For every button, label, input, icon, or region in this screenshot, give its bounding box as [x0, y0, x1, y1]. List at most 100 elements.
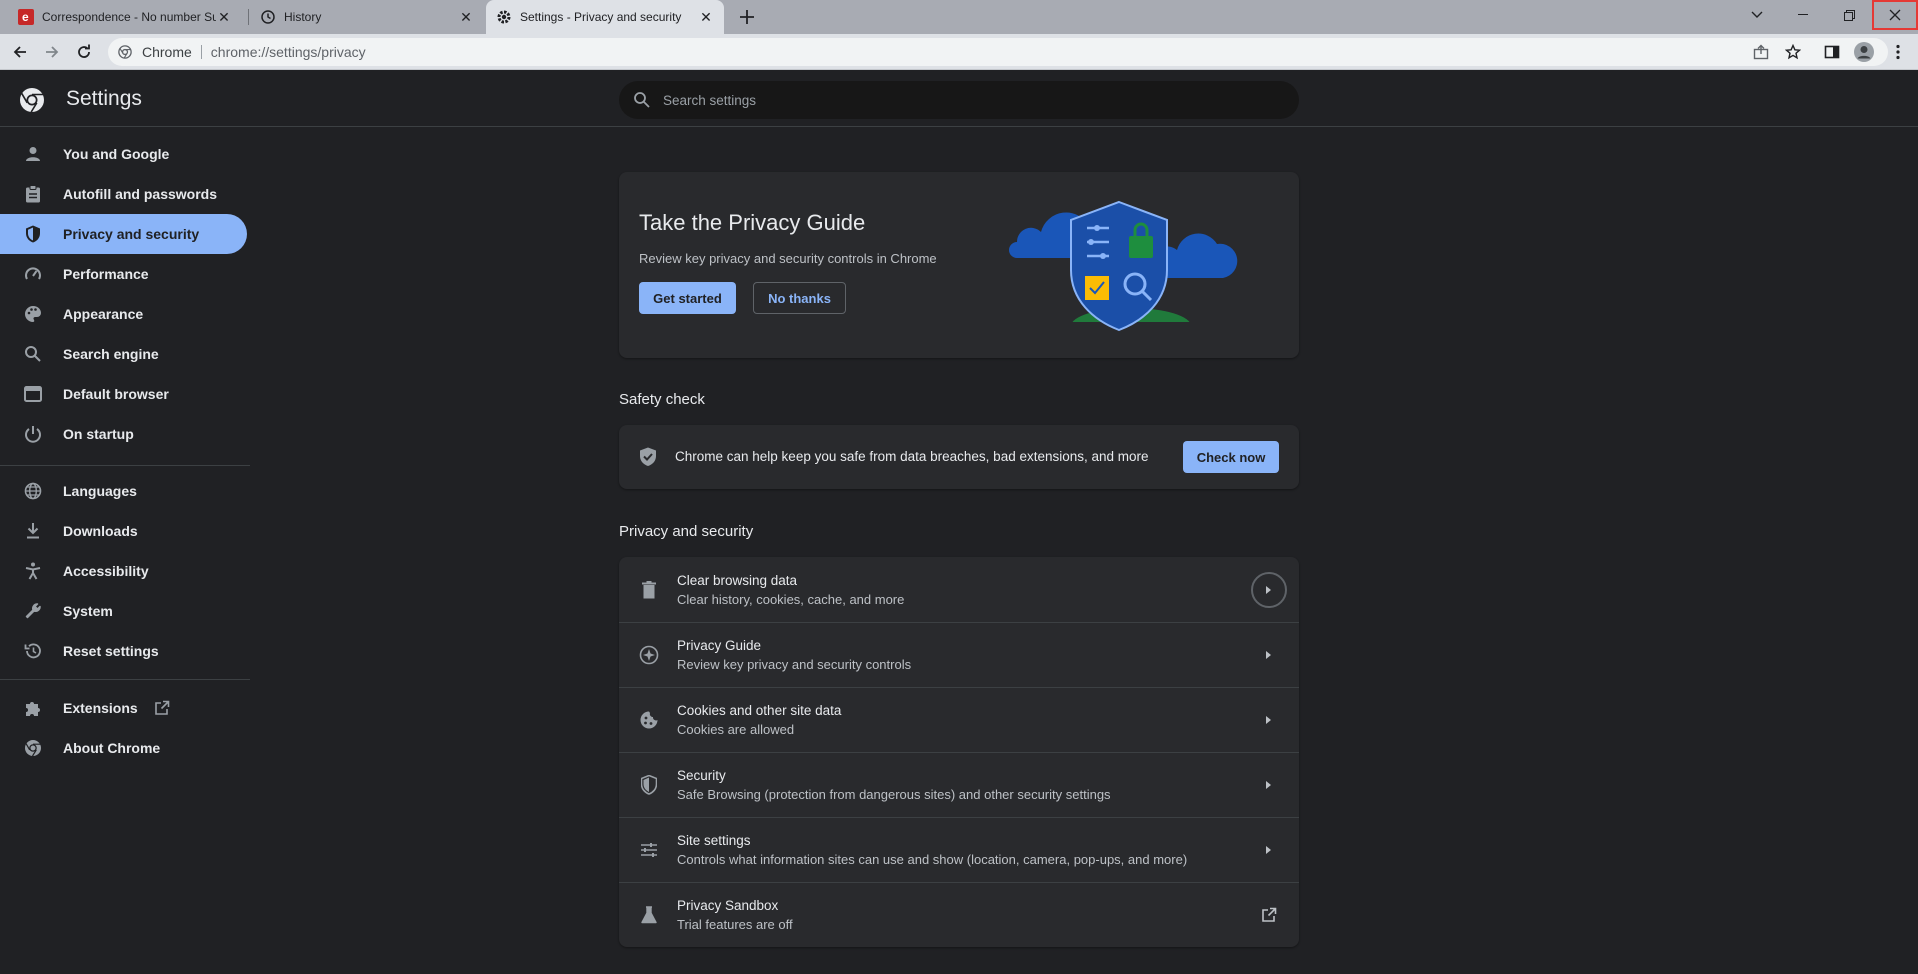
no-thanks-button[interactable]: No thanks: [753, 282, 846, 314]
new-tab-button[interactable]: [735, 5, 759, 29]
row-sublabel: Review key privacy and security controls: [677, 657, 912, 672]
close-tab-icon[interactable]: ✕: [458, 9, 474, 25]
arrow-right-icon[interactable]: [1251, 571, 1287, 608]
tab-title: Correspondence - No number Su: [42, 10, 216, 24]
sidebar-item-autofill[interactable]: Autofill and passwords: [0, 174, 247, 214]
gear-icon: [496, 9, 512, 25]
open-in-new-icon[interactable]: [154, 699, 172, 717]
close-tab-icon[interactable]: ✕: [698, 9, 714, 25]
sidebar-item-reset-settings[interactable]: Reset settings: [0, 631, 247, 671]
sidebar-item-label: Languages: [63, 483, 137, 499]
accessibility-icon: [23, 561, 43, 581]
privacy-sandbox-row[interactable]: Privacy Sandbox Trial features are off: [619, 882, 1299, 947]
sidebar-item-system[interactable]: System: [0, 591, 247, 631]
sidebar-item-downloads[interactable]: Downloads: [0, 511, 247, 551]
sidebar: You and Google Autofill and passwords Pr…: [0, 127, 250, 974]
back-button[interactable]: [8, 40, 32, 64]
privacy-guide-subtitle: Review key privacy and security controls…: [639, 251, 937, 266]
privacy-guide-row[interactable]: Privacy Guide Review key privacy and sec…: [619, 622, 1299, 687]
svg-text:e: e: [22, 10, 29, 24]
reset-icon: [23, 641, 43, 661]
privacy-guide-title: Take the Privacy Guide: [639, 210, 866, 235]
sidebar-item-label: Autofill and passwords: [63, 186, 218, 202]
shield-icon: [23, 224, 43, 244]
search-placeholder: Search settings: [663, 92, 757, 108]
tab-settings[interactable]: Settings - Privacy and security ✕: [486, 0, 724, 34]
sidebar-item-search-engine[interactable]: Search engine: [0, 334, 247, 374]
sidebar-item-extensions[interactable]: Extensions: [0, 688, 247, 728]
bookmark-star-icon[interactable]: [1781, 40, 1805, 64]
download-icon: [23, 521, 43, 541]
sidebar-item-label: Privacy and security: [63, 226, 200, 242]
sidebar-item-label: Extensions: [63, 700, 138, 716]
flask-icon: [639, 905, 659, 925]
share-icon[interactable]: [1749, 40, 1773, 64]
reload-button[interactable]: [72, 40, 96, 64]
tab-strip: e Correspondence - No number Su ✕ Histor…: [0, 0, 1918, 34]
arrow-right-icon[interactable]: [1251, 702, 1287, 738]
row-sublabel: Controls what information sites can use …: [677, 852, 1188, 867]
shield-check-icon: [639, 447, 659, 467]
security-row[interactable]: Security Safe Browsing (protection from …: [619, 752, 1299, 817]
row-label: Cookies and other site data: [677, 703, 842, 718]
sidebar-item-about-chrome[interactable]: About Chrome: [0, 728, 247, 768]
tab-correspondence[interactable]: e Correspondence - No number Su ✕: [8, 0, 242, 34]
check-now-button[interactable]: Check now: [1183, 441, 1279, 473]
tab-search-button[interactable]: [1734, 0, 1780, 30]
sidebar-item-on-startup[interactable]: On startup: [0, 414, 247, 454]
palette-icon: [23, 304, 43, 324]
history-icon: [260, 9, 276, 25]
search-icon: [633, 90, 653, 110]
restore-button[interactable]: [1826, 0, 1872, 30]
row-sublabel: Trial features are off: [677, 917, 793, 932]
compass-icon: [639, 645, 659, 665]
sidebar-item-appearance[interactable]: Appearance: [0, 294, 247, 334]
sliders-icon: [639, 840, 659, 860]
row-label: Clear browsing data: [677, 572, 798, 588]
sidebar-item-label: Default browser: [63, 386, 169, 402]
menu-kebab-icon[interactable]: [1886, 40, 1910, 64]
sidebar-item-you-and-google[interactable]: You and Google: [0, 134, 247, 174]
sidebar-item-privacy-and-security[interactable]: Privacy and security: [0, 214, 247, 254]
chrome-icon: [23, 738, 43, 758]
search-icon: [23, 344, 43, 364]
arrow-right-icon[interactable]: [1251, 767, 1287, 803]
close-window-button[interactable]: [1872, 0, 1918, 30]
globe-icon: [23, 481, 43, 501]
close-tab-icon[interactable]: ✕: [216, 9, 232, 25]
sidebar-item-label: Accessibility: [63, 563, 149, 579]
shield-icon: [639, 775, 659, 795]
forward-button[interactable]: [40, 40, 64, 64]
sidebar-item-default-browser[interactable]: Default browser: [0, 374, 247, 414]
url-text[interactable]: chrome://settings/privacy: [211, 44, 366, 60]
row-label: Privacy Sandbox: [677, 898, 779, 913]
clear-browsing-data-row[interactable]: Clear browsing data Clear history, cooki…: [619, 557, 1299, 622]
tab-history[interactable]: History ✕: [250, 0, 484, 34]
profile-avatar[interactable]: [1852, 40, 1876, 64]
safety-check-card: Chrome can help keep you safe from data …: [619, 425, 1299, 489]
search-input[interactable]: Search settings: [619, 81, 1299, 119]
row-sublabel: Safe Browsing (protection from dangerous…: [677, 787, 1111, 802]
person-icon: [23, 144, 43, 164]
power-icon: [23, 424, 43, 444]
side-panel-icon[interactable]: [1820, 40, 1844, 64]
sidebar-item-performance[interactable]: Performance: [0, 254, 247, 294]
minimize-button[interactable]: [1780, 0, 1826, 30]
cookies-row[interactable]: Cookies and other site data Cookies are …: [619, 687, 1299, 752]
get-started-button[interactable]: Get started: [639, 282, 736, 314]
sidebar-item-label: About Chrome: [63, 740, 161, 756]
sidebar-item-label: Downloads: [63, 523, 138, 539]
browser-window-icon: [23, 384, 43, 404]
site-settings-row[interactable]: Site settings Controls what information …: [619, 817, 1299, 882]
toolbar: Chrome chrome://settings/privacy: [0, 34, 1918, 70]
e-logo-icon: e: [18, 9, 34, 25]
trash-icon: [639, 580, 659, 600]
sidebar-item-languages[interactable]: Languages: [0, 471, 247, 511]
tab-title: Settings - Privacy and security: [520, 10, 682, 24]
arrow-right-icon[interactable]: [1251, 832, 1287, 868]
address-bar[interactable]: Chrome chrome://settings/privacy: [108, 38, 1888, 66]
sidebar-item-accessibility[interactable]: Accessibility: [0, 551, 247, 591]
arrow-right-icon[interactable]: [1251, 637, 1287, 673]
privacy-settings-card: Clear browsing data Clear history, cooki…: [619, 557, 1299, 947]
open-in-new-icon[interactable]: [1251, 897, 1287, 933]
